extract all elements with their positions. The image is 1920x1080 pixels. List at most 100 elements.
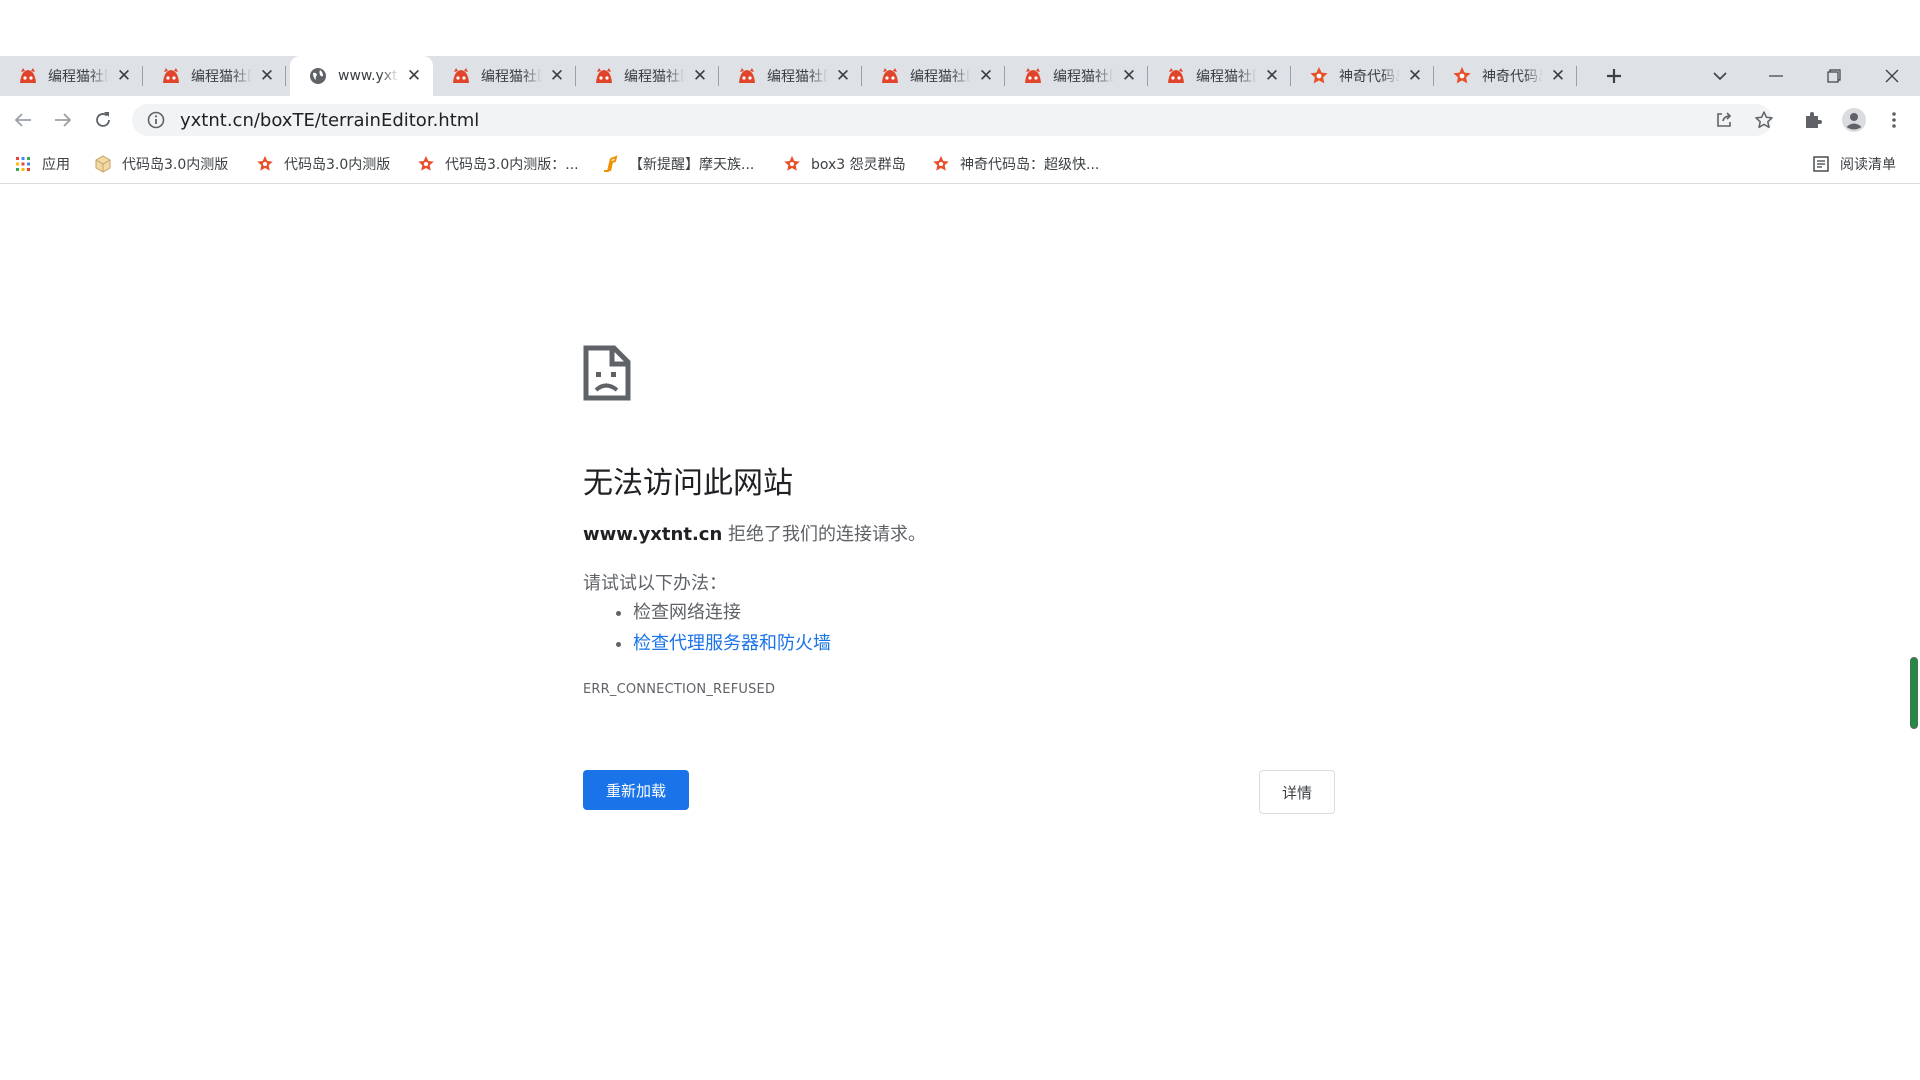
close-icon[interactable]: ✕ bbox=[691, 67, 709, 85]
reload-toolbar-button[interactable] bbox=[87, 104, 119, 136]
tab-7[interactable]: 编程猫社区 ✕ bbox=[1005, 56, 1148, 96]
forward-button[interactable] bbox=[47, 104, 79, 136]
tab-6[interactable]: 编程猫社区 ✕ bbox=[862, 56, 1005, 96]
close-icon[interactable]: ✕ bbox=[548, 67, 566, 85]
error-heading: 无法访问此网站 bbox=[583, 466, 793, 501]
details-button[interactable]: 详情 bbox=[1259, 770, 1335, 814]
back-button[interactable] bbox=[7, 104, 39, 136]
address-bar[interactable]: yxtnt.cn/boxTE/terrainEditor.html bbox=[132, 104, 1772, 136]
tab-9[interactable]: 神奇代码岛 ✕ bbox=[1291, 56, 1434, 96]
tab-8[interactable]: 编程猫社区 ✕ bbox=[1148, 56, 1291, 96]
close-icon[interactable]: ✕ bbox=[977, 67, 995, 85]
close-icon[interactable]: ✕ bbox=[405, 67, 423, 85]
bookmark-star-button[interactable] bbox=[1748, 104, 1780, 136]
tab-0[interactable]: 编程猫社区 ✕ bbox=[0, 56, 143, 96]
url-text[interactable]: yxtnt.cn/boxTE/terrainEditor.html bbox=[180, 110, 479, 131]
extensions-button[interactable] bbox=[1797, 104, 1829, 136]
cat-favicon bbox=[451, 66, 471, 86]
apps-grid-icon bbox=[14, 155, 32, 173]
bookmark-label: 应用 bbox=[42, 157, 70, 173]
close-icon[interactable]: ✕ bbox=[1406, 67, 1424, 85]
bookmark-label: box3 怨灵群岛 bbox=[811, 157, 906, 173]
profile-button[interactable] bbox=[1838, 104, 1870, 136]
close-icon[interactable]: ✕ bbox=[1120, 67, 1138, 85]
bookmark-label: 【新提醒】摩天族... bbox=[629, 157, 755, 173]
share-icon bbox=[1717, 112, 1732, 127]
side-scroll-indicator[interactable] bbox=[1910, 657, 1918, 729]
info-icon[interactable] bbox=[146, 110, 166, 130]
tab-title: 编程猫社区 bbox=[1053, 69, 1114, 85]
suggestion-check-proxy-item: 检查代理服务器和防火墙 bbox=[633, 628, 831, 659]
star-favicon bbox=[783, 155, 801, 173]
tab-title: www.yxtnt.cn bbox=[338, 68, 399, 84]
menu-button[interactable] bbox=[1878, 104, 1910, 136]
star-outline-icon bbox=[1755, 111, 1773, 129]
tab-title: 编程猫社区 bbox=[1196, 69, 1257, 85]
reload-button[interactable]: 重新加载 bbox=[583, 770, 689, 810]
cat-favicon bbox=[880, 66, 900, 86]
cube-favicon bbox=[94, 155, 112, 173]
tab-5[interactable]: 编程猫社区 ✕ bbox=[719, 56, 862, 96]
star-favicon bbox=[1452, 66, 1472, 86]
tab-4[interactable]: 编程猫社区 ✕ bbox=[576, 56, 719, 96]
tab-strip: 编程猫社区 ✕ 编程猫社区 ✕ www.yxtnt.cn ✕ 编程猫社区 ✕ 编… bbox=[0, 56, 1920, 96]
cat-favicon bbox=[18, 66, 38, 86]
bookmark-label: 神奇代码岛：超级快... bbox=[960, 157, 1100, 173]
cat-favicon bbox=[1166, 66, 1186, 86]
cat-favicon bbox=[1023, 66, 1043, 86]
tab-search-button[interactable] bbox=[1692, 56, 1748, 96]
tab-2-active[interactable]: www.yxtnt.cn ✕ bbox=[290, 56, 433, 96]
avatar-icon bbox=[1842, 108, 1866, 132]
close-icon[interactable]: ✕ bbox=[115, 67, 133, 85]
arrow-right-icon bbox=[55, 113, 72, 127]
close-icon[interactable]: ✕ bbox=[1263, 67, 1281, 85]
restore-button[interactable] bbox=[1806, 56, 1862, 96]
tab-10[interactable]: 神奇代码岛 ✕ bbox=[1434, 56, 1577, 96]
new-tab-button[interactable] bbox=[1600, 56, 1628, 96]
arrow-left-icon bbox=[14, 113, 31, 127]
minimize-button[interactable] bbox=[1748, 56, 1804, 96]
puzzle-icon bbox=[1806, 112, 1822, 128]
window-titlebar bbox=[0, 0, 1920, 56]
chevron-down-icon bbox=[1713, 72, 1727, 81]
tab-title: 编程猫社区 bbox=[767, 69, 828, 85]
share-button[interactable] bbox=[1708, 104, 1740, 136]
restore-icon bbox=[1827, 69, 1841, 83]
suggestion-check-network: 检查网络连接 bbox=[633, 597, 831, 628]
globe-favicon bbox=[308, 66, 328, 86]
bookmark-label: 代码岛3.0内测版 bbox=[122, 157, 229, 173]
tab-title: 编程猫社区 bbox=[191, 69, 252, 85]
close-icon[interactable]: ✕ bbox=[258, 67, 276, 85]
bookmark-label: 代码岛3.0内测版 bbox=[284, 157, 391, 173]
bookmark-5[interactable]: box3 怨灵群岛 bbox=[783, 152, 906, 176]
cat-favicon bbox=[161, 66, 181, 86]
bookmark-2[interactable]: 代码岛3.0内测版 bbox=[256, 152, 390, 176]
bookmark-1[interactable]: 代码岛3.0内测版 bbox=[94, 152, 228, 176]
cat-favicon bbox=[594, 66, 614, 86]
error-code: ERR_CONNECTION_REFUSED bbox=[583, 682, 776, 697]
bookmark-apps[interactable]: 应用 bbox=[14, 152, 70, 176]
sad-page-icon bbox=[583, 345, 631, 401]
tab-separator bbox=[1576, 66, 1577, 86]
bookmark-label: 代码岛3.0内测版：... bbox=[445, 157, 579, 173]
plus-icon bbox=[1607, 69, 1621, 83]
error-message: 拒绝了我们的连接请求。 bbox=[722, 524, 926, 545]
star-favicon bbox=[932, 155, 950, 173]
tab-1[interactable]: 编程猫社区 ✕ bbox=[143, 56, 286, 96]
bookmark-6[interactable]: 神奇代码岛：超级快... bbox=[932, 152, 1099, 176]
error-description: www.yxtnt.cn 拒绝了我们的连接请求。 bbox=[583, 520, 926, 546]
suggestion-check-proxy-link[interactable]: 检查代理服务器和防火墙 bbox=[633, 633, 831, 654]
bookmark-3[interactable]: 代码岛3.0内测版：... bbox=[417, 152, 579, 176]
bookmarks-bar: 应用 代码岛3.0内测版 代码岛3.0内测版 代码岛3.0内测版：... 【新提… bbox=[0, 144, 1920, 184]
cat-favicon bbox=[737, 66, 757, 86]
tab-3[interactable]: 编程猫社区 ✕ bbox=[433, 56, 576, 96]
reading-list-icon bbox=[1812, 155, 1830, 173]
tab-title: 编程猫社区 bbox=[624, 69, 685, 85]
reading-list-button[interactable]: 阅读清单 bbox=[1812, 152, 1896, 176]
kebab-menu-icon bbox=[1892, 112, 1896, 128]
bookmark-4[interactable]: 【新提醒】摩天族... bbox=[601, 152, 754, 176]
close-icon[interactable]: ✕ bbox=[834, 67, 852, 85]
close-icon[interactable]: ✕ bbox=[1549, 67, 1567, 85]
close-window-button[interactable] bbox=[1864, 56, 1920, 96]
tab-separator bbox=[285, 66, 286, 86]
